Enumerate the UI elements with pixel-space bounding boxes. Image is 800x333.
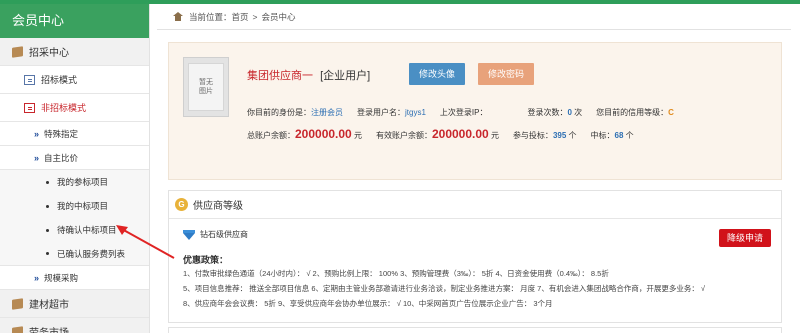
sidebar-section-label: 招采中心 xyxy=(29,48,69,59)
change-avatar-button[interactable]: 修改头像 xyxy=(409,63,465,85)
annotation-arrow xyxy=(116,225,175,259)
sidebar-subitem-label: 自主比价 xyxy=(44,152,79,163)
bids-unit: 个 xyxy=(568,131,577,140)
sidebar-section-labor[interactable]: 劳务市场 xyxy=(0,318,149,333)
breadcrumb-separator: > xyxy=(252,11,258,22)
won-value: 68 xyxy=(614,131,624,140)
login-count-value: 0 xyxy=(567,108,572,117)
won-unit: 个 xyxy=(625,131,634,140)
bids-value: 395 xyxy=(552,131,567,140)
won-label: 中标： xyxy=(590,131,615,140)
double-chevron-icon: » xyxy=(34,272,39,283)
login-count-label: 登录次数： xyxy=(527,108,568,117)
sidebar-section-procurement[interactable]: 招采中心 xyxy=(0,38,149,66)
sidebar-subitem-bulk-purchase[interactable]: » 规模采购 xyxy=(0,266,149,290)
sidebar-leaf-my-bids[interactable]: 我的参标项目 xyxy=(0,170,149,194)
profile-balance-row: 总账户余额：200000.00 元有效账户余额：200000.00 元参与投标：… xyxy=(247,127,634,141)
change-password-button[interactable]: 修改密码 xyxy=(478,63,534,85)
box-icon xyxy=(12,325,23,333)
profile-info-row: 你目前的身份是：注册会员 登录用户名：jtgys1 上次登录IP： 登录次数：0 次 您… xyxy=(247,107,674,118)
sidebar: 会员中心 招采中心 招标模式 非招标模式 » 特殊指定 » 自主比价 我的参标项… xyxy=(0,4,150,333)
total-balance-label: 总账户余额： xyxy=(247,131,295,140)
policy-line: 8、供应商年会会议费： 5折 9、享受供应商年会协办单位展示： √ 10、中采网… xyxy=(183,299,553,308)
supplier-level-header: G 供应商等级 xyxy=(169,191,781,219)
home-icon xyxy=(173,12,183,21)
main-content: 当前位置： 首页 > 会员中心 暂无图片 集团供应商一 [企业用户] 修改头像 … xyxy=(157,4,791,333)
breadcrumb-current: 会员中心 xyxy=(261,11,296,22)
sidebar-subitem-price-compare[interactable]: » 自主比价 xyxy=(0,146,149,170)
sidebar-item-label: 非招标模式 xyxy=(41,103,87,113)
diamond-icon xyxy=(183,229,195,240)
profile-panel: 暂无图片 集团供应商一 [企业用户] 修改头像 修改密码 你目前的身份是：注册会… xyxy=(168,42,782,180)
sidebar-leaf-my-won[interactable]: 我的中标项目 xyxy=(0,194,149,218)
avatar-text: 暂无图片 xyxy=(199,79,213,95)
policy-title: 优惠政策： xyxy=(183,255,229,265)
bullet-icon xyxy=(46,228,49,232)
avatar-placeholder: 暂无图片 xyxy=(188,63,224,111)
sidebar-subitem-label: 特殊指定 xyxy=(44,128,79,139)
username-label: 登录用户名： xyxy=(357,108,405,117)
total-balance-unit: 元 xyxy=(353,131,362,140)
valid-balance-label: 有效账户余额： xyxy=(375,131,432,140)
valid-balance-value: 200000.00 xyxy=(431,127,489,141)
policy-line: 5、项目信息推荐： 推送全部项目信息 6、定期由主管业务部邀请进行业务洽谈，制定… xyxy=(183,284,706,293)
supplier-level-panel: G 供应商等级 钻石级供应商 降级申请 优惠政策： 1、付款审批绿色通道（24小… xyxy=(168,190,782,323)
downgrade-request-button[interactable]: 降级申请 xyxy=(719,229,771,247)
avatar: 暂无图片 xyxy=(183,57,229,117)
company-name: 集团供应商一 xyxy=(247,70,313,82)
company-heading: 集团供应商一 [企业用户] xyxy=(247,67,370,83)
sidebar-item-non-tender-mode[interactable]: 非招标模式 xyxy=(0,94,149,122)
login-count-unit: 次 xyxy=(574,108,583,117)
identity-label: 你目前的身份是： xyxy=(247,108,311,117)
last-ip-label: 上次登录IP： xyxy=(439,108,488,117)
double-chevron-icon: » xyxy=(34,152,39,163)
sidebar-item-label: 招标模式 xyxy=(41,75,78,85)
credit-value: C xyxy=(668,108,674,117)
supplier-level-title: 供应商等级 xyxy=(193,201,243,212)
total-balance-value: 200000.00 xyxy=(295,127,352,141)
next-panel xyxy=(168,327,782,333)
sidebar-subitem-label: 规模采购 xyxy=(44,272,79,283)
sidebar-title: 会员中心 xyxy=(0,4,149,38)
sidebar-section-label: 劳务市场 xyxy=(29,324,69,333)
sidebar-section-label: 建材超市 xyxy=(29,300,69,311)
supplier-tier-name: 钻石级供应商 xyxy=(200,230,248,239)
double-chevron-icon: » xyxy=(34,128,39,139)
policy-line: 1、付款审批绿色通道（24小时内）： √ 2、预购比例上限： 100% 3、预购… xyxy=(183,269,609,278)
credit-label: 您目前的信用等级： xyxy=(596,108,669,117)
sidebar-leaf-label: 我的中标项目 xyxy=(57,201,109,211)
box-icon xyxy=(12,45,23,58)
document-icon xyxy=(24,74,35,85)
sidebar-subitem-special[interactable]: » 特殊指定 xyxy=(0,122,149,146)
document-icon xyxy=(24,102,35,113)
username-value: jtgys1 xyxy=(405,108,426,117)
breadcrumb-prefix: 当前位置： xyxy=(189,11,232,22)
breadcrumb-home[interactable]: 首页 xyxy=(232,11,249,23)
sidebar-item-tender-mode[interactable]: 招标模式 xyxy=(0,66,149,94)
bullet-icon xyxy=(46,252,49,255)
sidebar-leaf-label: 我的参标项目 xyxy=(57,177,109,187)
sidebar-leaf-label: 待确认中标项目 xyxy=(57,225,117,235)
valid-balance-unit: 元 xyxy=(490,131,499,140)
grade-icon: G xyxy=(175,198,188,211)
bullet-icon xyxy=(46,180,49,184)
sidebar-section-materials[interactable]: 建材超市 xyxy=(0,290,149,318)
breadcrumb: 当前位置： 首页 > 会员中心 xyxy=(157,4,791,30)
bids-label: 参与投标： xyxy=(512,131,553,140)
company-type: [企业用户] xyxy=(320,70,371,82)
bullet-icon xyxy=(46,204,49,208)
box-icon xyxy=(12,297,23,310)
identity-value[interactable]: 注册会员 xyxy=(311,108,343,117)
supplier-tier: 钻石级供应商 xyxy=(183,229,248,240)
